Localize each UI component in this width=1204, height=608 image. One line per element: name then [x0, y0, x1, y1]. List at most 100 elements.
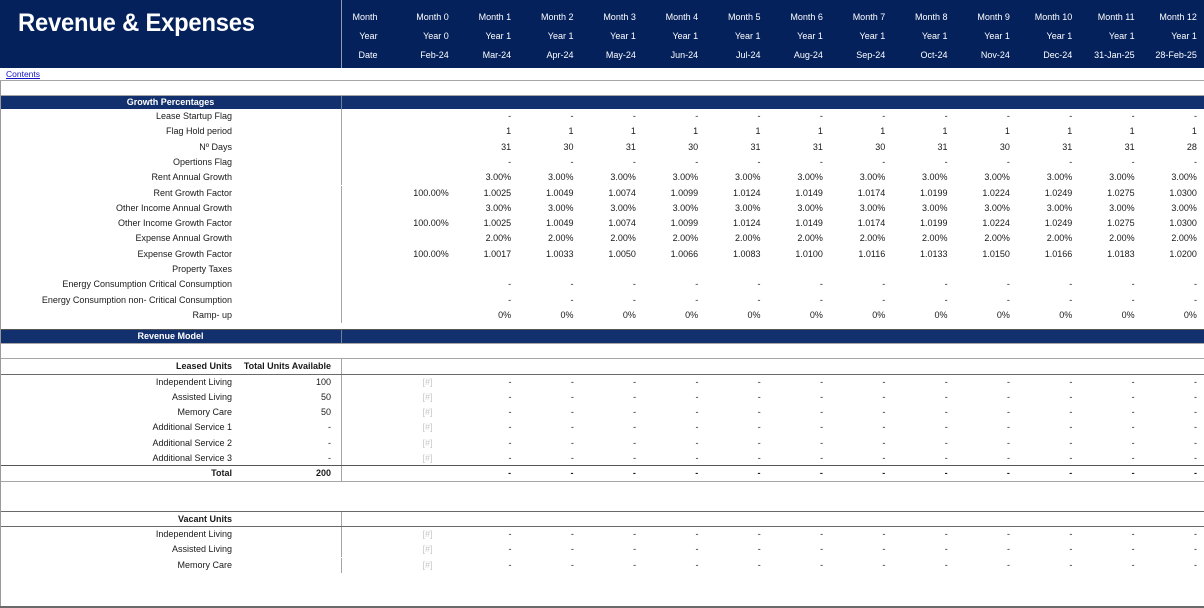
value-cell-month-0 — [385, 277, 456, 292]
value-cell: - — [944, 544, 948, 555]
row-label: Assisted Living — [171, 544, 232, 555]
value-cell: - — [882, 376, 886, 387]
value-pad — [341, 420, 385, 435]
contents-link[interactable]: Contents — [6, 69, 40, 79]
value-cell: - — [820, 391, 824, 402]
row-total-units — [236, 201, 336, 216]
section-bar-growth-percentages-label: Growth Percentages — [126, 97, 215, 107]
value-cell: 0% — [747, 309, 761, 320]
value-cell: - — [508, 407, 512, 418]
row-total-units — [236, 262, 336, 277]
value-cell: - — [1069, 294, 1073, 305]
header-year-label: Year — [359, 31, 378, 41]
row-total-units: 200 — [315, 468, 331, 479]
leased-units-row: Assisted Living 50 [#] - - - - - - - - - - - - — [0, 389, 1204, 406]
row-total-units — [236, 170, 336, 185]
value-cell: - — [882, 111, 886, 121]
row-values: [#] - - - - - - - - - - - - — [341, 542, 1204, 557]
value-cell: 1 — [880, 126, 886, 137]
value-cell: - — [757, 111, 761, 121]
value-cell: - — [1069, 391, 1073, 402]
value-cell: - — [570, 422, 574, 433]
growth-row: Nº Days 31 30 31 30 31 31 30 31 30 31 31 28 — [0, 139, 1204, 155]
value-cell: 3.00% — [984, 172, 1010, 183]
row-total-units — [236, 277, 336, 292]
row-label: Other Income Growth Factor — [117, 218, 232, 229]
header-month-cell: Month 9 — [977, 12, 1010, 22]
value-cell: 1 — [942, 126, 948, 137]
value-cell: - — [1193, 407, 1197, 418]
value-cell: 3.00% — [1109, 202, 1135, 213]
leased-units-total-bottom-line — [0, 480, 1204, 482]
value-cell: - — [1193, 391, 1197, 402]
header-year-cell: Year 0 — [423, 31, 449, 41]
value-pad — [341, 308, 385, 323]
value-cell: - — [757, 294, 761, 305]
value-cell: - — [944, 391, 948, 402]
header-date-cell: Oct-24 — [920, 50, 948, 60]
value-cell: 28 — [1186, 141, 1197, 152]
vacant-units-header-row: Vacant Units — [0, 511, 1204, 527]
value-cell: - — [882, 468, 886, 479]
leased-units-row: Memory Care 50 [#] - - - - - - - - - - - - — [0, 405, 1204, 421]
placeholder-cell: [#] — [422, 391, 433, 402]
header-date-cell: 28-Feb-25 — [1155, 50, 1197, 60]
value-cell: 1.0224 — [982, 218, 1010, 229]
value-cell: - — [1006, 279, 1010, 290]
spreadsheet-sheet: Revenue & Expenses Month Month 0 Month 1 Mo… — [0, 0, 1204, 608]
value-cell: - — [1131, 453, 1135, 463]
section-bar-revenue-model-label: Revenue Model — [137, 331, 204, 342]
value-cell: - — [1131, 391, 1135, 402]
value-cell: - — [819, 156, 823, 167]
value-cell: 1 — [817, 126, 823, 137]
value-cell: - — [1131, 279, 1135, 290]
value-cell: - — [508, 156, 512, 167]
row-total-units — [236, 293, 336, 308]
value-cell: - — [820, 559, 824, 570]
value-cell: - — [1131, 544, 1135, 555]
value-cell: 3.00% — [735, 202, 761, 213]
row-total-units: 100 — [315, 376, 331, 387]
value-cell: - — [944, 528, 948, 539]
value-cell: 3.00% — [672, 172, 699, 183]
row-label: Assisted Living — [171, 391, 232, 402]
value-cell: - — [633, 422, 637, 433]
section-bar-revenue-model: Revenue Model — [0, 330, 1204, 344]
header-date-cell: Jun-24 — [670, 50, 699, 60]
value-cell: - — [1007, 407, 1011, 418]
value-cell: - — [695, 279, 699, 290]
value-cell: - — [944, 156, 948, 167]
value-cell — [830, 262, 892, 277]
value-cell: - — [1193, 294, 1197, 305]
value-cell-month-0 — [385, 512, 457, 527]
value-cell: 1.0017 — [483, 248, 512, 259]
placeholder-cell: [#] — [422, 453, 433, 463]
value-cell: - — [1069, 544, 1073, 555]
value-cell: - — [819, 279, 823, 290]
value-cell: 31 — [1062, 141, 1073, 152]
value-cell: - — [508, 294, 512, 305]
row-label: Additional Service 3 — [152, 453, 232, 463]
row-values — [341, 359, 1204, 374]
row-values: 100.00% 1.0017 1.0033 1.0050 1.0066 1.0083 1.0… — [341, 247, 1204, 262]
value-cell: - — [1193, 528, 1197, 539]
row-label: Ramp- up — [192, 309, 232, 320]
value-cell: 3.00% — [547, 172, 574, 183]
value-cell: 3.00% — [735, 172, 761, 183]
row-label: Other Income Annual Growth — [115, 202, 232, 213]
placeholder-cell: [#] — [422, 376, 433, 387]
value-cell: - — [757, 559, 761, 570]
header-year-cell: Year 1 — [1171, 31, 1197, 41]
header-year-cell: Year 1 — [921, 31, 948, 41]
value-cell: - — [695, 437, 699, 448]
value-pad — [341, 512, 385, 527]
growth-row: Ramp- up 0% 0% 0% 0% 0% 0% 0% 0% 0% 0% 0% 0% — [0, 307, 1204, 324]
header-month-cell: Month 4 — [665, 12, 699, 22]
value-cell: - — [570, 437, 574, 448]
growth-row: Expense Annual Growth 2.00% 2.00% 2.00% 2.00… — [0, 231, 1204, 247]
placeholder-cell: [#] — [422, 544, 433, 555]
value-cell: - — [820, 376, 824, 387]
value-cell: 1 — [755, 126, 761, 137]
value-cell: - — [1193, 453, 1197, 463]
placeholder-cell: [#] — [422, 422, 433, 433]
